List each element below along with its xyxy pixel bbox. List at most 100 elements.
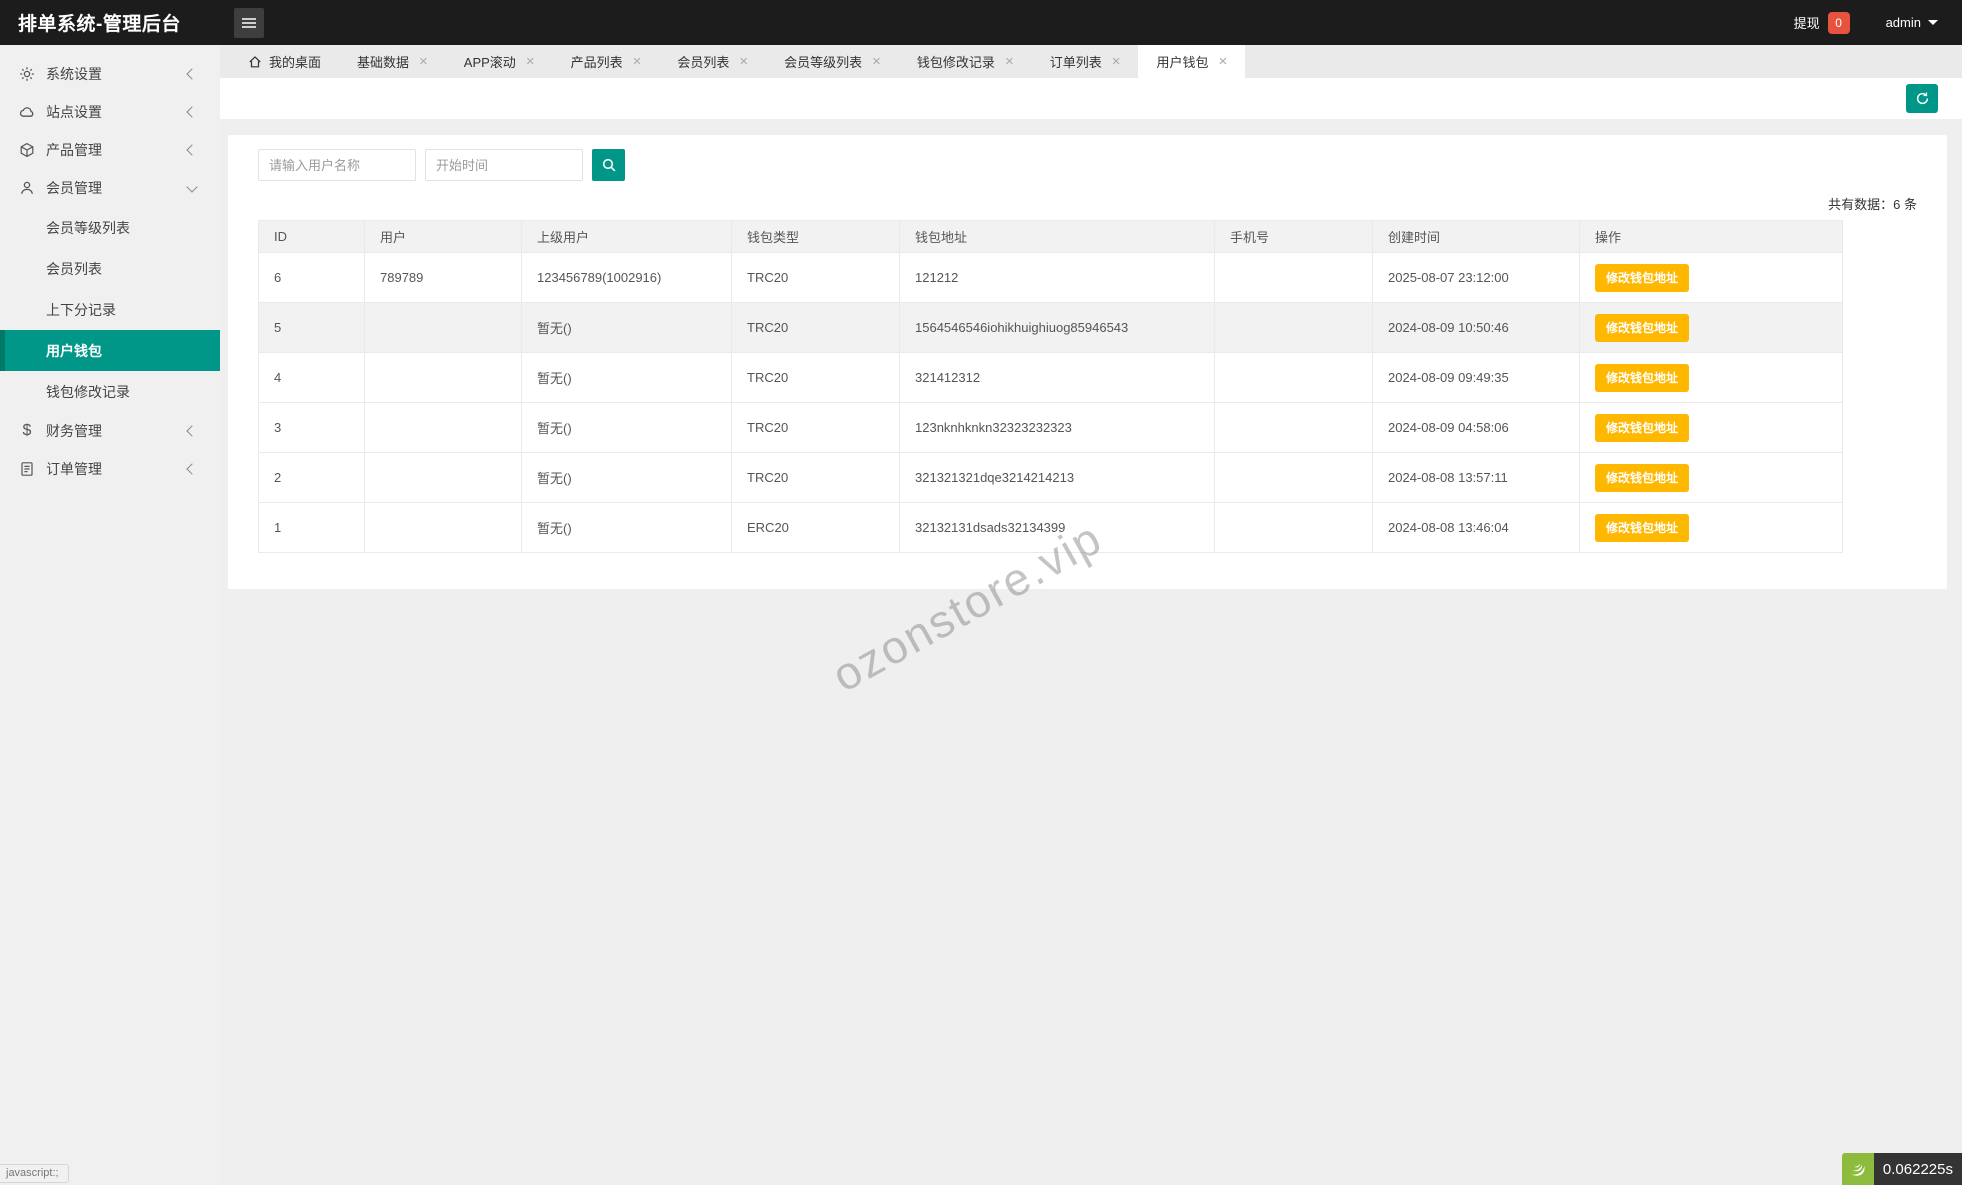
cell-wallet-address: 121212 [899, 252, 1215, 303]
sidebar-subitem[interactable]: 钱包修改记录 [0, 371, 220, 412]
close-icon[interactable]: × [1005, 54, 1014, 69]
sidebar-group: 站点设置 [0, 93, 220, 131]
user-menu[interactable]: admin [1886, 15, 1938, 30]
tab[interactable]: 会员等级列表 × [766, 45, 899, 78]
close-icon[interactable]: × [1219, 54, 1228, 69]
table-row: 1 暂无() ERC20 32132131dsads32134399 2024-… [258, 502, 1843, 553]
cell-id: 1 [258, 502, 365, 553]
close-icon[interactable]: × [739, 54, 748, 69]
sidebar-subitem[interactable]: 上下分记录 [0, 289, 220, 330]
table-row: 4 暂无() TRC20 321412312 2024-08-09 09:49:… [258, 352, 1843, 403]
tab[interactable]: 基础数据 × [339, 45, 446, 78]
cloud-icon [18, 104, 36, 120]
tab[interactable]: 钱包修改记录 × [899, 45, 1032, 78]
cell-parent-user: 暂无() [521, 302, 732, 353]
cell-created: 2024-08-08 13:46:04 [1372, 502, 1580, 553]
sidebar-item-label: 订单管理 [46, 461, 102, 477]
modify-wallet-address-button[interactable]: 修改钱包地址 [1595, 263, 1690, 292]
modify-wallet-address-button[interactable]: 修改钱包地址 [1595, 413, 1690, 442]
tab[interactable]: 我的桌面 [230, 45, 339, 78]
close-icon[interactable]: × [1112, 54, 1121, 69]
sidebar-subitem[interactable]: 会员列表 [0, 248, 220, 289]
tab-label: 基础数据 [357, 55, 410, 70]
sidebar-item[interactable]: 订单管理 [0, 450, 220, 488]
tab[interactable]: 用户钱包 × [1138, 45, 1246, 78]
column-header: 操作 [1579, 220, 1843, 253]
cell-action: 修改钱包地址 [1579, 502, 1843, 553]
tab-label: APP滚动 [463, 55, 516, 70]
table-row: 6 789789 123456789(1002916) TRC20 121212… [258, 252, 1843, 303]
cell-wallet-type: TRC20 [731, 302, 900, 353]
sidebar-item-label: 产品管理 [46, 142, 102, 158]
sidebar-group: 系统设置 [0, 55, 220, 93]
tab[interactable]: 产品列表 × [553, 45, 660, 78]
close-icon[interactable]: × [526, 54, 535, 69]
tab[interactable]: 订单列表 × [1032, 45, 1139, 78]
sidebar-item-label: 财务管理 [46, 423, 102, 439]
sidebar-subitem[interactable]: 用户钱包 [0, 330, 220, 371]
cell-parent-user: 暂无() [521, 402, 732, 453]
cell-phone [1214, 452, 1373, 503]
withdraw-link[interactable]: 提现 0 [1794, 11, 1850, 34]
refresh-button[interactable] [1906, 84, 1938, 113]
sidebar-item[interactable]: $ 财务管理 [0, 412, 220, 450]
sidebar-group: $ 财务管理 [0, 412, 220, 450]
sidebar-group: 订单管理 [0, 450, 220, 488]
sidebar-item[interactable]: 系统设置 [0, 55, 220, 93]
tab[interactable]: APP滚动 × [446, 45, 553, 78]
close-icon[interactable]: × [419, 54, 428, 69]
hamburger-menu-button[interactable] [234, 7, 264, 38]
cell-created: 2025-08-07 23:12:00 [1372, 252, 1580, 303]
chevron-down-icon [186, 180, 198, 193]
app-title: 排单系统-管理后台 [18, 14, 181, 35]
close-icon[interactable]: × [872, 54, 881, 69]
sidebar-item[interactable]: 产品管理 [0, 131, 220, 169]
cell-id: 5 [258, 302, 365, 353]
modify-wallet-address-button[interactable]: 修改钱包地址 [1595, 363, 1690, 392]
sidebar-item-label: 会员管理 [46, 180, 102, 196]
sidebar-item[interactable]: 会员管理 [0, 169, 220, 207]
modify-wallet-address-button[interactable]: 修改钱包地址 [1595, 463, 1690, 492]
chevron-left-icon [186, 106, 198, 118]
cell-wallet-type: TRC20 [731, 452, 900, 503]
cell-created: 2024-08-09 10:50:46 [1372, 302, 1580, 353]
search-icon [601, 157, 617, 173]
page-render-time: 0.062225s [1873, 1153, 1962, 1185]
cell-parent-user: 暂无() [521, 352, 732, 403]
column-header: 上级用户 [521, 220, 732, 253]
cell-parent-user: 暂无() [521, 502, 732, 553]
cell-user: 789789 [364, 252, 522, 303]
modify-wallet-address-button[interactable]: 修改钱包地址 [1595, 313, 1690, 342]
table-row: 3 暂无() TRC20 123nknhknkn32323232323 2024… [258, 402, 1843, 453]
cell-wallet-address: 123nknhknkn32323232323 [899, 402, 1215, 453]
tab-label: 产品列表 [570, 55, 623, 70]
sidebar-item[interactable]: 站点设置 [0, 93, 220, 131]
cell-phone [1214, 402, 1373, 453]
modify-wallet-address-button[interactable]: 修改钱包地址 [1595, 513, 1690, 542]
sidebar-item-label: 站点设置 [46, 104, 102, 120]
chevron-left-icon [186, 144, 198, 156]
search-button[interactable] [592, 149, 625, 181]
home-icon [248, 55, 262, 69]
tab-label: 我的桌面 [269, 55, 322, 70]
toolbar [220, 78, 1962, 119]
tab-label: 钱包修改记录 [916, 55, 995, 70]
table-row: 2 暂无() TRC20 321321321dqe3214214213 2024… [258, 452, 1843, 503]
cell-created: 2024-08-09 04:58:06 [1372, 402, 1580, 453]
cell-phone [1214, 302, 1373, 353]
cell-phone [1214, 502, 1373, 553]
username-input[interactable] [258, 149, 416, 181]
cell-user [364, 352, 522, 403]
sidebar-menu: 系统设置 站点设置 产品管理 会员管理 会员等级列表 会员列表 上下分记录 用户钱包钱… [0, 45, 220, 1185]
start-time-input[interactable] [425, 149, 583, 181]
thinkphp-logo-icon [1841, 1153, 1874, 1185]
cell-parent-user: 123456789(1002916) [521, 252, 732, 303]
close-icon[interactable]: × [633, 54, 642, 69]
cell-user [364, 302, 522, 353]
tab[interactable]: 会员列表 × [659, 45, 766, 78]
tab-label: 会员等级列表 [784, 55, 863, 70]
cell-wallet-address: 1564546546iohikhuighiuog85946543 [899, 302, 1215, 353]
tab-label: 订单列表 [1049, 55, 1102, 70]
chevron-left-icon [186, 425, 198, 437]
sidebar-subitem[interactable]: 会员等级列表 [0, 207, 220, 248]
